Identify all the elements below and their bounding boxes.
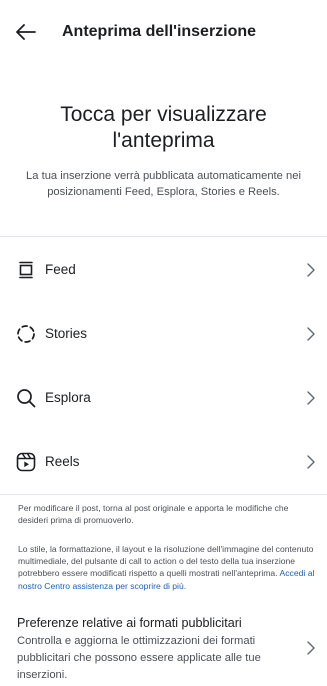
divider (0, 236, 327, 237)
placement-row-reels[interactable]: Reels (0, 430, 327, 494)
style-change-text: Lo stile, la formattazione, il layout e … (18, 544, 314, 579)
placement-label-stories: Stories (45, 326, 88, 341)
stories-icon (15, 323, 37, 345)
preferences-title: Preferenze relative ai formati pubblicit… (17, 616, 242, 630)
back-button[interactable] (14, 20, 38, 44)
arrow-left-icon (16, 24, 36, 40)
feed-icon (15, 259, 37, 281)
reels-icon (15, 451, 37, 473)
preview-subtitle: La tua inserzione verrà pubblicata autom… (26, 170, 301, 198)
placement-row-feed[interactable]: Feed (0, 238, 327, 302)
header: Anteprima dell'inserzione (0, 0, 327, 64)
divider (0, 494, 327, 495)
placement-row-esplora[interactable]: Esplora (0, 366, 327, 430)
ad-preview-screen: Anteprima dell'inserzione Tocca per visu… (0, 0, 327, 686)
preview-heading: Tocca per visualizzare l'anteprima (60, 103, 267, 152)
placement-row-stories[interactable]: Stories (0, 302, 327, 366)
search-icon (15, 387, 37, 409)
style-change-note: Lo stile, la formattazione, il layout e … (18, 543, 318, 592)
chevron-right-icon (305, 390, 317, 406)
chevron-right-icon (305, 262, 317, 278)
chevron-right-icon (305, 454, 317, 470)
chevron-right-icon (305, 326, 317, 342)
preferences-description: Controlla e aggiorna le ottimizzazioni d… (17, 635, 261, 681)
page-title: Anteprima dell'inserzione (62, 23, 257, 40)
chevron-right-icon (305, 640, 317, 656)
placement-label-reels: Reels (45, 454, 80, 469)
placement-label-feed: Feed (45, 262, 76, 277)
placement-label-esplora: Esplora (45, 390, 91, 405)
edit-post-note: Per modificare il post, torna al post or… (18, 503, 289, 526)
